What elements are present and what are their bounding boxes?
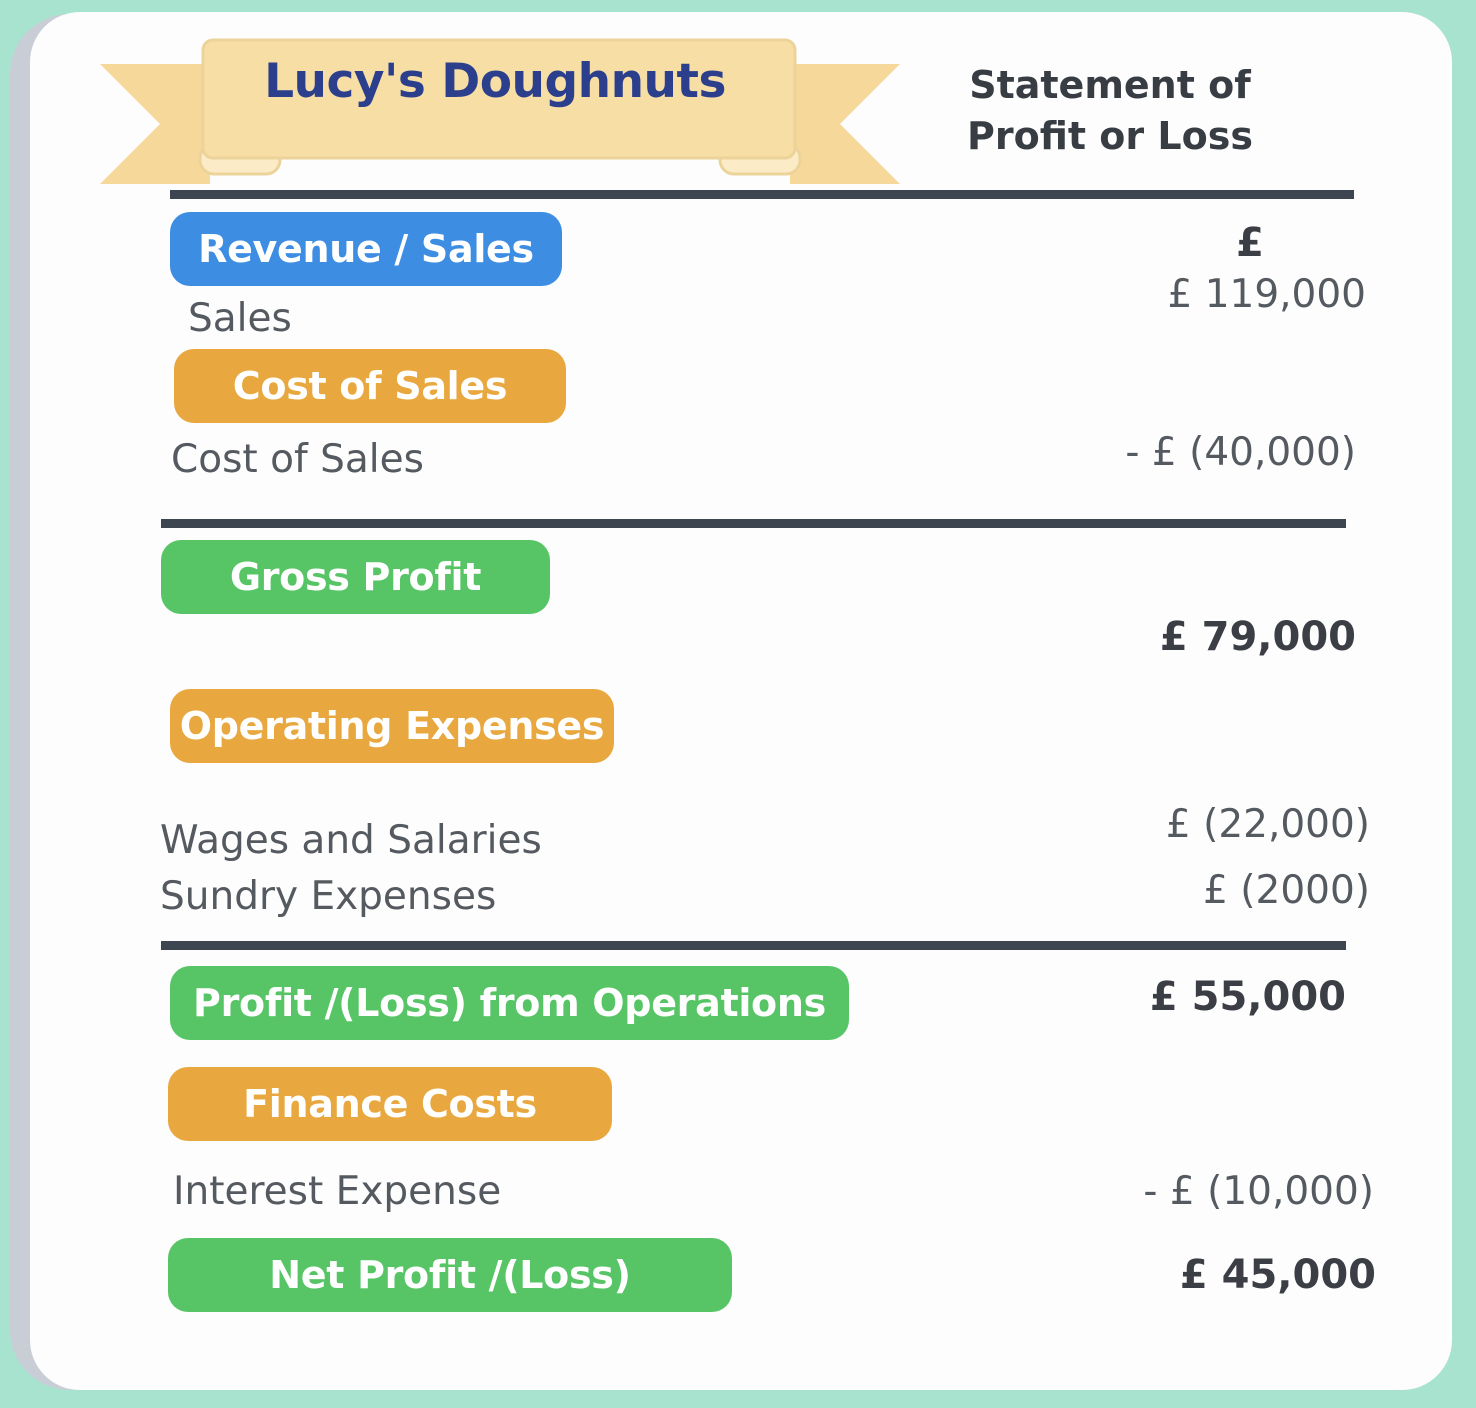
statement-card: Lucy's Doughnuts Statement of Profit or … [30, 12, 1452, 1390]
cost-of-sales-heading: Cost of Sales [174, 349, 566, 423]
finance-costs-heading: Finance Costs [168, 1067, 612, 1141]
net-profit-heading: Net Profit /(Loss) [168, 1238, 732, 1312]
cost-of-sales-label: Cost of Sales [171, 437, 424, 482]
statement-title: Statement of Profit or Loss [950, 60, 1270, 162]
interest-amount: - £ (10,000) [1143, 1169, 1374, 1214]
wages-label: Wages and Salaries [160, 818, 542, 863]
wages-amount: £ (22,000) [1165, 802, 1370, 847]
sales-label: Sales [188, 296, 292, 341]
interest-label: Interest Expense [173, 1169, 502, 1214]
sundry-label: Sundry Expenses [160, 874, 497, 919]
operating-profit-total: £ 55,000 [1149, 974, 1346, 1020]
divider-operations [161, 941, 1346, 950]
revenue-heading: Revenue / Sales [170, 212, 562, 286]
sales-amount: £ 119,000 [1167, 272, 1367, 317]
statement-title-line2: Profit or Loss [967, 114, 1253, 158]
statement-title-line1: Statement of [969, 63, 1251, 107]
gross-profit-total: £ 79,000 [1159, 614, 1356, 660]
operating-profit-heading: Profit /(Loss) from Operations [170, 966, 849, 1040]
gross-profit-heading: Gross Profit [161, 540, 550, 614]
currency-header: £ [1236, 220, 1264, 266]
sundry-amount: £ (2000) [1203, 868, 1370, 913]
ribbon-banner [100, 38, 900, 184]
operating-expenses-heading: Operating Expenses [170, 689, 614, 763]
divider-top [170, 190, 1354, 199]
net-profit-total: £ 45,000 [1179, 1252, 1376, 1298]
divider-gross [161, 519, 1346, 528]
company-name: Lucy's Doughnuts [264, 54, 726, 109]
cost-of-sales-amount: - £ (40,000) [1125, 430, 1356, 475]
